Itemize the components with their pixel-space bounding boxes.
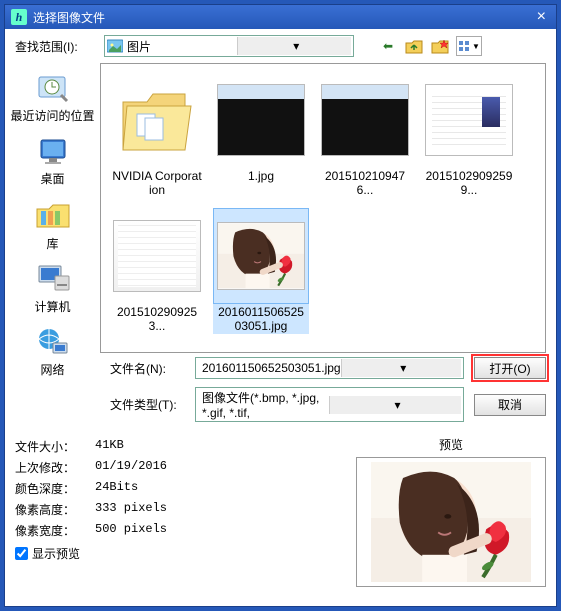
place-label: 网络 — [10, 361, 95, 378]
filename-value: 201601150652503051.jpg — [198, 361, 341, 375]
place-label: 最近访问的位置 — [10, 107, 95, 124]
preview-label: 预览 — [356, 436, 546, 457]
show-preview-label: 显示预览 — [32, 545, 80, 562]
place-recent[interactable]: 最近访问的位置 — [10, 67, 95, 128]
chevron-down-icon[interactable]: ▾ — [329, 396, 461, 414]
places-bar: 最近访问的位置 桌面 库 计算机 网络 — [5, 63, 100, 426]
file-item-folder[interactable]: NVIDIA Corporation — [109, 72, 205, 198]
image-thumb — [218, 85, 304, 155]
chevron-down-icon[interactable]: ▾ — [237, 37, 352, 55]
file-name: 2015102109476... — [317, 168, 413, 198]
close-icon[interactable]: × — [533, 9, 550, 25]
file-dialog: h 选择图像文件 × 查找范围(I): 图片 ▾ ⬅ ▼ — [4, 4, 557, 607]
place-label: 桌面 — [10, 170, 95, 187]
up-folder-icon[interactable] — [404, 36, 424, 56]
place-computer[interactable]: 计算机 — [10, 258, 95, 319]
back-icon[interactable]: ⬅ — [378, 36, 398, 56]
image-thumb — [426, 85, 512, 155]
place-libraries[interactable]: 库 — [10, 193, 95, 256]
image-thumb — [218, 223, 304, 289]
file-item[interactable]: 1.jpg — [213, 72, 309, 198]
place-desktop[interactable]: 桌面 — [10, 130, 95, 191]
file-name: 201601150652503051.jpg — [213, 304, 309, 334]
place-label: 库 — [10, 235, 95, 252]
view-menu-icon[interactable]: ▼ — [456, 36, 482, 56]
open-button[interactable]: 打开(O) — [474, 357, 546, 379]
chevron-down-icon[interactable]: ▾ — [341, 359, 461, 377]
image-thumb — [114, 221, 200, 291]
file-name: 2015102909253... — [109, 304, 205, 334]
cancel-button[interactable]: 取消 — [474, 394, 546, 416]
new-folder-icon[interactable] — [430, 36, 450, 56]
titlebar: h 选择图像文件 × — [5, 5, 556, 29]
place-network[interactable]: 网络 — [10, 321, 95, 382]
place-label: 计算机 — [10, 298, 95, 315]
filetype-label: 文件类型(T): — [100, 396, 195, 413]
show-preview-checkbox[interactable]: 显示预览 — [15, 541, 167, 562]
preview-image — [361, 462, 541, 582]
file-metadata: 文件大小：41KB 上次修改：01/19/2016 颜色深度：24Bits 像素… — [15, 436, 167, 587]
checkbox-input[interactable] — [15, 547, 28, 560]
filename-label: 文件名(N): — [100, 360, 195, 377]
file-name: 1.jpg — [213, 168, 309, 184]
file-item[interactable]: 20151029092599... — [421, 72, 517, 198]
file-item[interactable]: 2015102909253... — [109, 208, 205, 334]
lookin-label: 查找范围(I): — [15, 38, 100, 55]
app-icon: h — [11, 9, 27, 25]
file-name: 20151029092599... — [421, 168, 517, 198]
file-name: NVIDIA Corporation — [109, 168, 205, 198]
file-item-selected[interactable]: 201601150652503051.jpg — [213, 208, 309, 334]
file-item[interactable]: 2015102109476... — [317, 72, 413, 198]
filename-combo[interactable]: 201601150652503051.jpg ▾ — [195, 357, 464, 379]
lookin-value: 图片 — [123, 38, 237, 55]
image-thumb — [322, 85, 408, 155]
file-list[interactable]: NVIDIA Corporation 1.jpg 2015102109476..… — [100, 63, 546, 353]
lookin-combo[interactable]: 图片 ▾ — [104, 35, 354, 57]
dialog-title: 选择图像文件 — [33, 9, 105, 26]
pictures-icon — [107, 39, 123, 53]
filetype-combo[interactable]: 图像文件(*.bmp, *.jpg, *.gif, *.tif, ▾ — [195, 387, 464, 422]
preview-frame — [356, 457, 546, 587]
filetype-value: 图像文件(*.bmp, *.jpg, *.gif, *.tif, — [198, 389, 329, 420]
folder-icon — [117, 80, 197, 160]
